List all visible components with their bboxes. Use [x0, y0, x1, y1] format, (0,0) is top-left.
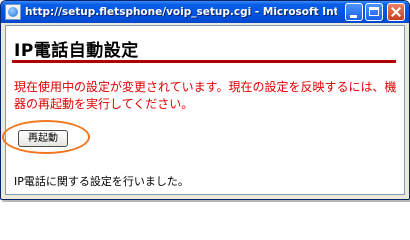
minimize-button[interactable]: [345, 3, 363, 21]
title-divider: [12, 60, 396, 63]
page-title: IP電話自動設定: [14, 41, 139, 61]
minimize-icon: [350, 15, 357, 18]
maximize-icon: [369, 7, 379, 16]
page-content: IP電話自動設定 現在使用中の設定が変更されています。現在の設定を反映するには、…: [2, 25, 405, 195]
close-icon: [388, 4, 404, 20]
title-bar[interactable]: http://setup.fletsphone/voip_setup.cgi -…: [1, 1, 409, 23]
restart-button[interactable]: 再起動: [18, 130, 68, 147]
restart-notice: 現在使用中の設定が変更されています。現在の設定を反映するには、機器の再起動を実行…: [14, 80, 397, 111]
window-title: http://setup.fletsphone/voip_setup.cgi -…: [25, 6, 337, 18]
status-message: IP電話に関する設定を行いました。: [14, 175, 189, 188]
browser-icon: [5, 4, 21, 20]
maximize-button[interactable]: [365, 3, 383, 21]
close-button[interactable]: [387, 3, 405, 21]
browser-popup-window: http://setup.fletsphone/voip_setup.cgi -…: [0, 0, 410, 200]
